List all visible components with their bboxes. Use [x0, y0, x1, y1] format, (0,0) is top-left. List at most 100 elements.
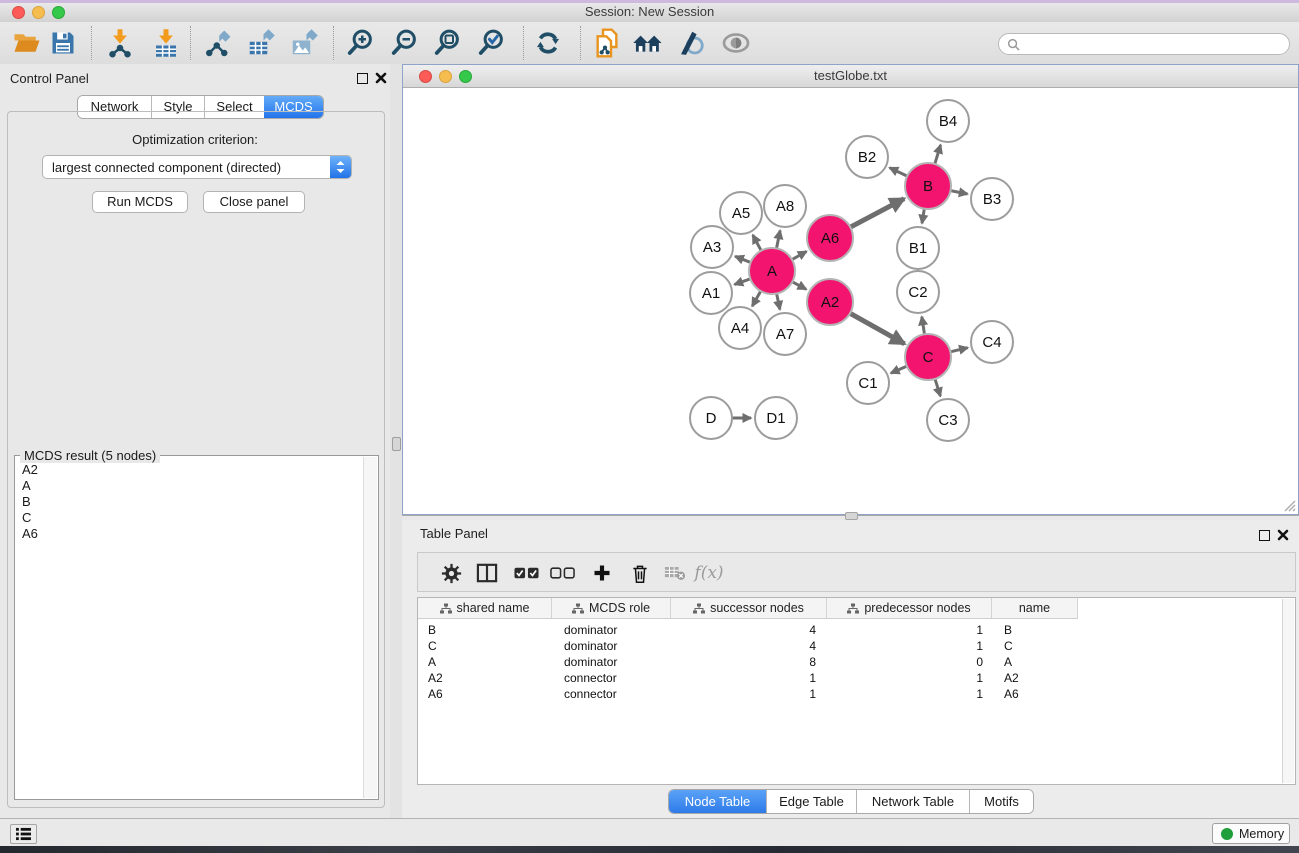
close-panel-button[interactable]: Close panel	[203, 191, 305, 213]
first-neighbors-button[interactable]	[630, 25, 666, 61]
table-scrollbar[interactable]	[1282, 599, 1294, 783]
export-image-button[interactable]	[286, 25, 322, 61]
import-table-button[interactable]	[148, 25, 184, 61]
splitter-handle[interactable]	[392, 437, 401, 451]
column-header-name[interactable]: name	[992, 598, 1078, 619]
table-row-B[interactable]: Bdominator41B	[418, 622, 1284, 638]
close-panel-icon[interactable]	[375, 72, 387, 84]
vertical-splitter[interactable]	[390, 64, 402, 818]
tab-node-table[interactable]: Node Table	[669, 790, 766, 813]
select-all-button[interactable]	[511, 559, 541, 587]
node-B[interactable]: B	[905, 163, 951, 209]
column-header-shared-name[interactable]: shared name	[418, 598, 552, 619]
zoom-in-button[interactable]	[343, 25, 379, 61]
node-D[interactable]: D	[690, 397, 732, 439]
delete-column-button[interactable]	[625, 559, 655, 587]
node-A6[interactable]: A6	[807, 215, 853, 261]
search-field[interactable]	[998, 33, 1290, 55]
show-hide-details-button[interactable]	[673, 25, 709, 61]
edge-B-B2[interactable]	[890, 168, 908, 176]
node-B2[interactable]: B2	[846, 136, 888, 178]
column-header-MCDS-role[interactable]: MCDS role	[552, 598, 671, 619]
edge-A-A2[interactable]	[792, 282, 806, 290]
edge-A-A1[interactable]	[735, 279, 751, 285]
node-C2[interactable]: C2	[897, 271, 939, 313]
node-A1[interactable]: A1	[690, 272, 732, 314]
edge-C-C1[interactable]	[891, 366, 907, 373]
network-canvas[interactable]: B4 B2 B B3 A8A5 A6 A3 B1 A A1 C2 A2 A4A7 C4 C C1 D D1 C3	[404, 88, 1297, 513]
tab-network-table[interactable]: Network Table	[856, 790, 969, 813]
zoom-fit-button[interactable]	[430, 25, 466, 61]
edge-A-A5[interactable]	[753, 235, 761, 251]
refresh-view-button[interactable]	[530, 25, 566, 61]
export-network-button[interactable]	[200, 25, 236, 61]
edge-C-C4[interactable]	[950, 348, 967, 352]
save-session-button[interactable]	[45, 25, 81, 61]
node-A2[interactable]: A2	[807, 279, 853, 325]
node-A8[interactable]: A8	[764, 185, 806, 227]
table-row-C[interactable]: Cdominator41C	[418, 638, 1284, 654]
control-panel: Control Panel Network Style Select MCDS …	[0, 64, 390, 818]
edge-A-A3[interactable]	[735, 256, 750, 262]
edge-C-C3[interactable]	[935, 379, 940, 396]
search-input[interactable]	[1020, 36, 1274, 53]
tab-edge-table[interactable]: Edge Table	[766, 790, 856, 813]
edge-A-A6[interactable]	[792, 251, 807, 259]
float-panel-button[interactable]	[357, 73, 368, 84]
node-A[interactable]: A	[749, 248, 795, 294]
node-A4[interactable]: A4	[719, 307, 761, 349]
horizontal-divider-handle[interactable]	[845, 512, 858, 520]
open-session-button[interactable]	[9, 25, 45, 61]
add-column-button[interactable]	[587, 559, 617, 587]
node-C4[interactable]: C4	[971, 321, 1013, 363]
plus-icon	[592, 563, 612, 583]
bird-eye-view-button[interactable]	[718, 25, 754, 61]
zoom-out-button[interactable]	[387, 25, 423, 61]
edge-B-B1[interactable]	[922, 209, 924, 224]
close-table-panel-icon[interactable]	[1277, 529, 1289, 541]
node-C1[interactable]: C1	[847, 362, 889, 404]
node-C3[interactable]: C3	[927, 399, 969, 441]
node-A7[interactable]: A7	[764, 313, 806, 355]
edge-A-A7[interactable]	[777, 294, 780, 310]
export-table-button[interactable]	[243, 25, 279, 61]
table-settings-button[interactable]	[436, 559, 466, 587]
tab-motifs[interactable]: Motifs	[969, 790, 1033, 813]
edge-A-A8[interactable]	[777, 231, 781, 249]
column-header-label: successor nodes	[710, 601, 804, 615]
edge-C-C2[interactable]	[922, 317, 925, 335]
column-view-button[interactable]	[472, 559, 502, 587]
node-B1[interactable]: B1	[897, 227, 939, 269]
criterion-select[interactable]: largest connected component (directed)	[42, 155, 352, 179]
hierarchy-icon	[847, 603, 859, 614]
edge-B-B3[interactable]	[951, 191, 968, 194]
column-header-successor-nodes[interactable]: successor nodes	[671, 598, 827, 619]
edge-A2-C[interactable]	[850, 313, 904, 344]
table-row-A[interactable]: Adominator80A	[418, 654, 1284, 670]
float-table-panel-button[interactable]	[1259, 530, 1270, 541]
node-A3[interactable]: A3	[691, 226, 733, 268]
node-D1[interactable]: D1	[755, 397, 797, 439]
run-mcds-button[interactable]: Run MCDS	[92, 191, 188, 213]
zoom-selected-icon	[477, 28, 507, 58]
node-B4[interactable]: B4	[927, 100, 969, 142]
deselect-all-button[interactable]	[547, 559, 577, 587]
zoom-selected-button[interactable]	[474, 25, 510, 61]
edge-B-B4[interactable]	[935, 145, 941, 164]
table-row-A2[interactable]: A2connector11A2	[418, 670, 1284, 686]
mcds-result-scrollbar[interactable]	[363, 457, 377, 798]
import-network-button[interactable]	[102, 25, 138, 61]
edge-A-A4[interactable]	[752, 291, 761, 306]
node-A5[interactable]: A5	[720, 192, 762, 234]
resize-grip-icon[interactable]	[1282, 498, 1296, 512]
node-C[interactable]: C	[905, 334, 951, 380]
task-history-button[interactable]	[10, 824, 37, 844]
table-cell: dominator	[564, 654, 667, 670]
edge-A6-B[interactable]	[850, 199, 904, 228]
table-row-A6[interactable]: A6connector11A6	[418, 686, 1284, 702]
column-header-predecessor-nodes[interactable]: predecessor nodes	[827, 598, 992, 619]
memory-button[interactable]: Memory	[1212, 823, 1290, 844]
node-B3[interactable]: B3	[971, 178, 1013, 220]
clone-network-button[interactable]	[589, 25, 625, 61]
network-graph: B4 B2 B B3 A8A5 A6 A3 B1 A A1 C2 A2 A4A7 C4 C C1 D D1 C3	[404, 88, 1297, 513]
